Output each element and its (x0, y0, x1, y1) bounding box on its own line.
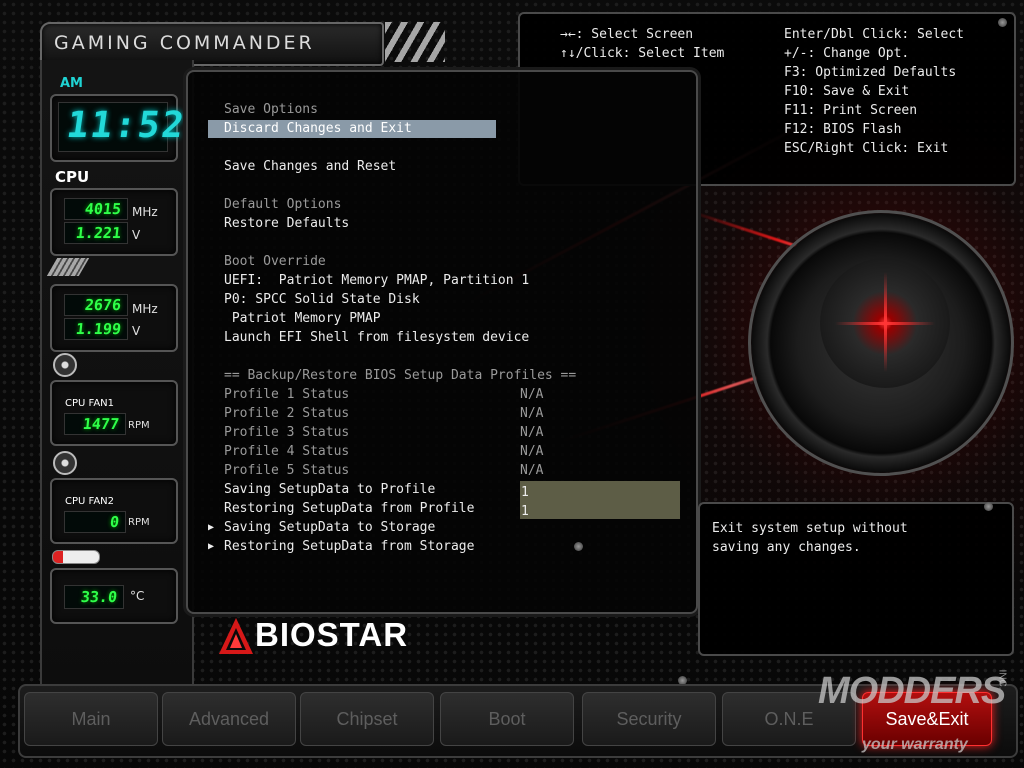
watermark-inc: INC. (996, 669, 1008, 690)
mem-volt-screen: 1.199 (64, 318, 128, 340)
cpu-freq-unit: MHz (132, 205, 158, 219)
profile-status-label: Profile 1 Status (224, 387, 350, 402)
screw (574, 542, 583, 551)
saving-to-profile[interactable]: Saving SetupData to Profile (224, 481, 435, 499)
watermark-tagline: your warranty (862, 736, 968, 753)
mem-volt-value: 1.199 (74, 320, 122, 338)
saving-profile-field[interactable]: 1 (520, 481, 680, 500)
help-change-opt: +/-: Change Opt. (784, 46, 910, 61)
mem-freq-value: 2676 (83, 296, 122, 314)
boot-override-header: Boot Override (224, 254, 326, 269)
help-f3: F3: Optimized Defaults (784, 65, 957, 80)
boot-override-item[interactable]: Patriot Memory PMAP (224, 310, 381, 328)
saving-profile-value: 1 (521, 485, 529, 500)
tab-security[interactable]: Security (582, 692, 716, 746)
fan2-screen: 0 (64, 511, 126, 533)
cpu-freq-screen: 4015 (64, 198, 128, 220)
fan2-label: CPU FAN2 (65, 496, 115, 507)
profile-status-value: N/A (520, 387, 544, 402)
profile-status-label: Profile 3 Status (224, 425, 350, 440)
restoring-profile-value: 1 (521, 504, 529, 519)
fan1-label: CPU FAN1 (65, 398, 115, 409)
mem-volt-unit: V (132, 324, 141, 338)
mem-freq-unit: MHz (132, 302, 158, 316)
help-select-screen: →←: Select Screen (560, 27, 694, 42)
dial-crosshair (884, 272, 887, 372)
save-options-header: Save Options (224, 102, 318, 117)
save-changes-reset[interactable]: Save Changes and Reset (224, 158, 396, 176)
cpu-volt-value: 1.221 (74, 224, 122, 242)
biostar-logo: BIOSTAR (215, 612, 475, 662)
biostar-logo-text: BIOSTAR (255, 616, 409, 653)
profile-status-value: N/A (520, 463, 544, 478)
tab-advanced[interactable]: Advanced (162, 692, 296, 746)
profiles-header: == Backup/Restore BIOS Setup Data Profil… (224, 368, 577, 383)
cpu-volt-unit: V (132, 228, 141, 242)
fan2-value: 0 (109, 513, 120, 531)
tab-chipset[interactable]: Chipset (300, 692, 434, 746)
clock-value: 11:52 (64, 105, 189, 146)
tab-boot[interactable]: Boot (440, 692, 574, 746)
mem-freq-screen: 2676 (64, 294, 128, 316)
boot-override-item[interactable]: P0: SPCC Solid State Disk (224, 291, 420, 309)
profile-status-label: Profile 4 Status (224, 444, 350, 459)
help-select-item: ↑↓/Click: Select Item (560, 46, 725, 61)
temp-screen: 33.0 (64, 585, 124, 609)
tab-main[interactable]: Main (24, 692, 158, 746)
help-enter: Enter/Dbl Click: Select (784, 27, 965, 42)
default-options-header: Default Options (224, 197, 342, 212)
time-period-label: AM (60, 76, 83, 91)
cpu-label: CPU (55, 168, 90, 186)
saving-to-storage[interactable]: Saving SetupData to Storage (224, 519, 435, 537)
fan1-value: 1477 (81, 415, 120, 433)
watermark-logo: MODDERS (818, 670, 1006, 712)
fan-icon (53, 353, 77, 377)
boot-override-item[interactable]: Launch EFI Shell from filesystem device (224, 329, 529, 347)
thermometer-icon (52, 550, 100, 564)
temp-value: 33.0 (79, 588, 118, 606)
restoring-profile-field[interactable]: 1 (520, 500, 680, 519)
description-line: saving any changes. (712, 540, 861, 555)
description-line: Exit system setup without (712, 521, 908, 536)
biostar-emblem-icon (219, 618, 253, 654)
fan1-unit: RPM (128, 420, 150, 431)
brand-title: GAMING COMMANDER (54, 32, 315, 54)
profile-status-label: Profile 2 Status (224, 406, 350, 421)
help-f11: F11: Print Screen (784, 103, 918, 118)
screw (998, 18, 1007, 27)
profile-status-label: Profile 5 Status (224, 463, 350, 478)
submenu-arrow-icon: ▶ (208, 541, 215, 552)
help-f12: F12: BIOS Flash (784, 122, 902, 137)
fan2-unit: RPM (128, 517, 150, 528)
brand-stripes (385, 22, 445, 62)
fan1-screen: 1477 (64, 413, 126, 435)
screw (984, 502, 993, 511)
profile-status-value: N/A (520, 444, 544, 459)
cpu-volt-screen: 1.221 (64, 222, 128, 244)
help-esc: ESC/Right Click: Exit (784, 141, 949, 156)
profile-status-value: N/A (520, 406, 544, 421)
profile-status-value: N/A (520, 425, 544, 440)
clock-screen: 11:52 (58, 102, 188, 152)
discard-changes-exit[interactable]: Discard Changes and Exit (224, 120, 412, 138)
cpu-freq-value: 4015 (83, 200, 122, 218)
help-f10: F10: Save & Exit (784, 84, 910, 99)
submenu-arrow-icon: ▶ (208, 522, 215, 533)
fan-icon (53, 451, 77, 475)
boot-override-item[interactable]: UEFI: Patriot Memory PMAP, Partition 1 (224, 272, 529, 290)
temp-unit: °C (130, 589, 145, 603)
restoring-from-storage[interactable]: Restoring SetupData from Storage (224, 538, 474, 556)
restoring-from-profile[interactable]: Restoring SetupData from Profile (224, 500, 474, 518)
restore-defaults[interactable]: Restore Defaults (224, 215, 349, 233)
